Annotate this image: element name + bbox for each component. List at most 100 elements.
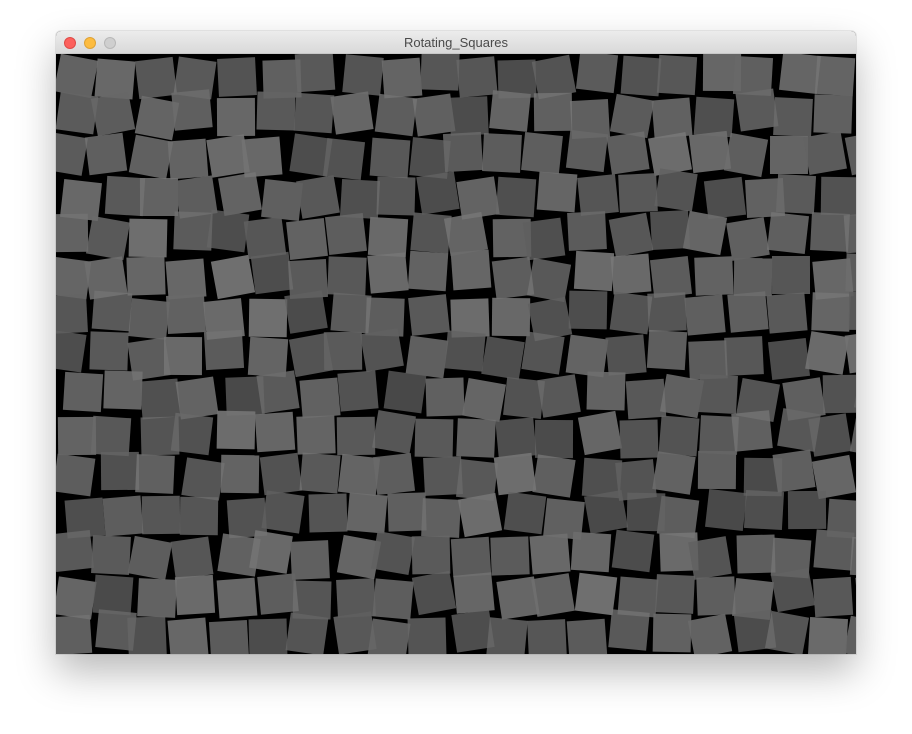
rotating-square [293, 92, 334, 134]
rotating-square [611, 529, 655, 573]
rotating-square [324, 213, 367, 256]
title-bar[interactable]: Rotating_Squares [56, 31, 856, 54]
rotating-square [135, 453, 176, 494]
rotating-square [127, 536, 173, 581]
rotating-square [84, 132, 128, 175]
rotating-square [735, 88, 779, 132]
rotating-square [684, 294, 726, 336]
rotating-square [657, 54, 698, 96]
rotating-square [802, 130, 847, 175]
rotating-square [221, 455, 260, 494]
rotating-square [248, 298, 288, 338]
rotating-square [91, 92, 136, 137]
rotating-square [486, 617, 528, 654]
rotating-square [56, 576, 98, 620]
rotating-square [416, 170, 460, 215]
rotating-square [89, 331, 129, 371]
rotating-square [608, 609, 651, 652]
rotating-square [102, 495, 144, 537]
rotating-square [606, 131, 650, 175]
rotating-square [727, 291, 769, 333]
rotating-square [56, 294, 88, 335]
rotating-square [100, 451, 140, 490]
rotating-square [298, 376, 341, 419]
rotating-square [788, 491, 827, 530]
rotating-square [411, 535, 451, 574]
rotating-square [374, 93, 418, 137]
rotating-square [772, 97, 813, 137]
rotating-square [216, 97, 256, 136]
rotating-square [522, 218, 566, 261]
rotating-square [568, 291, 607, 330]
rotating-square [536, 171, 578, 213]
rotating-square [367, 618, 411, 654]
rotating-square [776, 173, 817, 214]
rotating-square [576, 173, 619, 216]
rotating-square [209, 619, 250, 654]
rotating-square [703, 176, 746, 220]
rotating-square [442, 132, 483, 173]
rotating-square [376, 176, 416, 216]
rotating-square [337, 370, 379, 412]
rotating-square [180, 496, 219, 535]
rotating-square [769, 136, 808, 175]
rotating-square [609, 213, 654, 258]
rotating-square [255, 412, 296, 453]
rotating-square [571, 531, 612, 572]
rotating-square [284, 290, 329, 335]
rotating-square [256, 91, 296, 131]
rotating-square [308, 493, 348, 533]
rotating-square [217, 172, 262, 217]
sketch-canvas[interactable] [56, 54, 856, 654]
rotating-square [327, 256, 367, 296]
rotating-square [296, 415, 336, 455]
rotating-square [482, 133, 523, 174]
rotating-square [646, 291, 687, 332]
rotating-square [813, 529, 855, 571]
rotating-square [573, 251, 614, 292]
rotating-square [370, 531, 415, 576]
rotating-square [493, 453, 537, 496]
rotating-square [285, 217, 328, 260]
rotating-square [844, 330, 856, 374]
rotating-square [414, 418, 454, 458]
rotating-square [56, 213, 89, 253]
rotating-square [372, 452, 415, 496]
rotating-square [531, 572, 575, 617]
rotating-square [770, 567, 816, 613]
rotating-square [407, 617, 447, 654]
rotating-square [765, 610, 810, 654]
rotating-square [682, 211, 728, 256]
rotating-square [696, 575, 737, 616]
rotating-square [655, 574, 696, 615]
rotating-square [210, 255, 255, 300]
rotating-square [322, 138, 366, 181]
rotating-square [481, 336, 526, 380]
rotating-square [652, 613, 692, 652]
rotating-square [766, 212, 809, 255]
rotating-square [855, 573, 856, 616]
rotating-square [206, 210, 250, 253]
rotating-square [250, 251, 294, 295]
rotating-square [535, 419, 574, 459]
rotating-square [813, 94, 854, 134]
rotating-square [407, 250, 448, 292]
rotating-square [537, 374, 581, 418]
rotating-square [532, 453, 576, 498]
rotating-square [174, 574, 215, 615]
rotating-square [90, 416, 132, 457]
rotating-square [723, 132, 768, 177]
rotating-square [807, 616, 848, 654]
rotating-square [694, 96, 735, 138]
rotating-square [495, 176, 537, 218]
rotating-square [56, 530, 94, 573]
rotating-square [136, 577, 177, 618]
rotating-square [521, 131, 564, 174]
rotating-square [583, 489, 628, 534]
rotating-square [805, 331, 849, 375]
rotating-square [694, 256, 734, 297]
rotating-square [360, 328, 405, 373]
rotating-square [574, 572, 617, 615]
rotating-square [492, 298, 531, 337]
rotating-square [609, 291, 652, 335]
